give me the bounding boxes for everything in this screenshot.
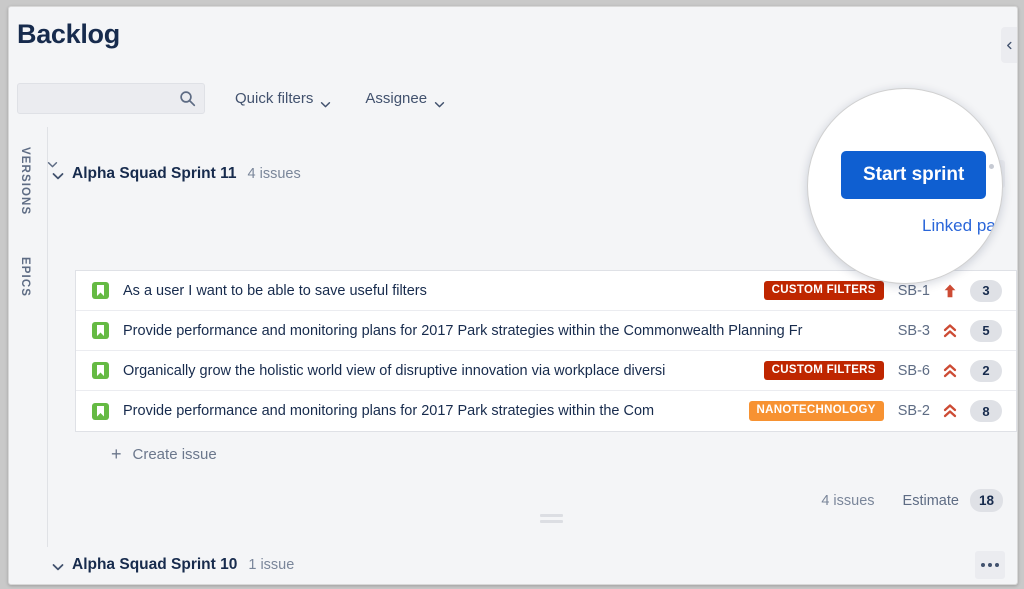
footer-estimate-value: 18 [969, 489, 1003, 512]
linked-pages-link[interactable]: Linked pages [922, 216, 1002, 236]
search-icon [179, 90, 196, 107]
backlog-window: Backlog Quick filters Assignee VERSIONS … [8, 6, 1018, 585]
issue-summary: Provide performance and monitoring plans… [123, 322, 803, 339]
sprint-issue-count-10: 1 issue [248, 557, 295, 573]
table-row[interactable]: Provide performance and monitoring plans… [76, 311, 1016, 351]
search-input[interactable] [18, 84, 178, 113]
issue-summary: Provide performance and monitoring plans… [123, 403, 655, 419]
start-sprint-button[interactable]: Start sprint [841, 151, 987, 199]
issue-label-chip[interactable]: CUSTOM FILTERS [763, 280, 884, 301]
rail-item-epics[interactable]: EPICS [19, 257, 31, 297]
priority-high-icon [943, 323, 957, 339]
quick-filters-dropdown[interactable]: Quick filters [229, 85, 337, 112]
issue-meta: CUSTOM FILTERS SB-1 3 [763, 279, 1002, 302]
estimate-badge[interactable]: 5 [970, 319, 1002, 342]
issue-meta: CUSTOM FILTERS SB-6 2 [763, 359, 1002, 382]
issue-list: As a user I want to be able to save usef… [75, 270, 1017, 432]
priority-highest-icon [943, 283, 957, 299]
chevron-down-icon[interactable] [52, 167, 66, 181]
assignee-dropdown[interactable]: Assignee [359, 85, 451, 112]
footer-estimate-label: Estimate [902, 492, 959, 509]
resize-drag-handle[interactable] [540, 514, 563, 525]
priority-high-icon [943, 403, 957, 419]
table-row[interactable]: Organically grow the holistic world view… [76, 351, 1016, 391]
sprint-name-11[interactable]: Alpha Squad Sprint 11 [72, 165, 237, 183]
issue-label-chip[interactable]: CUSTOM FILTERS [763, 360, 884, 381]
magnifier-lens: Start sprint Linked pages [807, 88, 1003, 284]
page-title: Backlog [17, 19, 120, 49]
chevron-down-icon[interactable] [52, 558, 66, 572]
sprint-more-button-10[interactable] [975, 551, 1005, 579]
plus-icon: + [111, 444, 122, 464]
story-type-icon [92, 282, 109, 299]
rail-versions-label: VERSIONS [19, 147, 31, 216]
issue-key[interactable]: SB-1 [898, 283, 930, 299]
left-rail: VERSIONS EPICS [9, 127, 58, 547]
issue-summary: As a user I want to be able to save usef… [123, 282, 427, 299]
table-row[interactable]: Provide performance and monitoring plans… [76, 391, 1016, 431]
sprint-footer-11: 4 issues Estimate 18 [821, 489, 1003, 512]
backlog-toolbar: Quick filters Assignee [17, 83, 451, 114]
create-issue-label: Create issue [132, 445, 217, 463]
issue-label-chip[interactable]: NANOTECHNOLOGY [748, 401, 884, 421]
priority-high-icon [943, 363, 957, 379]
sprint-actions-10 [975, 551, 1017, 579]
rail-item-versions[interactable]: VERSIONS [19, 147, 31, 215]
sprint-header-10: Alpha Squad Sprint 10 1 issue [47, 550, 1017, 580]
search-box[interactable] [17, 83, 205, 114]
issue-key[interactable]: SB-2 [898, 403, 930, 419]
rail-epics-label: EPICS [19, 257, 31, 298]
assignee-label: Assignee [365, 90, 428, 107]
story-type-icon [92, 402, 109, 420]
issue-key[interactable]: SB-6 [898, 363, 930, 379]
issue-key[interactable]: SB-3 [898, 323, 930, 339]
chevron-down-icon [434, 95, 445, 108]
quick-filters-label: Quick filters [235, 90, 314, 107]
issue-meta: NANOTECHNOLOGY SB-2 8 [748, 400, 1002, 422]
sprint-name-10[interactable]: Alpha Squad Sprint 10 [72, 556, 237, 574]
estimate-badge[interactable]: 8 [970, 400, 1002, 422]
story-type-icon [92, 322, 109, 339]
issue-meta: SB-3 5 [884, 319, 1002, 342]
sprint-issue-count-11: 4 issues [247, 166, 301, 182]
footer-issue-count: 4 issues [821, 492, 875, 509]
create-issue-button[interactable]: + Create issue [105, 441, 223, 467]
panel-collapse-handle[interactable] [1001, 27, 1017, 63]
issue-summary: Organically grow the holistic world view… [123, 362, 666, 379]
story-type-icon [92, 362, 109, 379]
estimate-badge[interactable]: 3 [970, 279, 1002, 302]
estimate-badge[interactable]: 2 [970, 359, 1002, 382]
chevron-down-icon [320, 95, 331, 108]
